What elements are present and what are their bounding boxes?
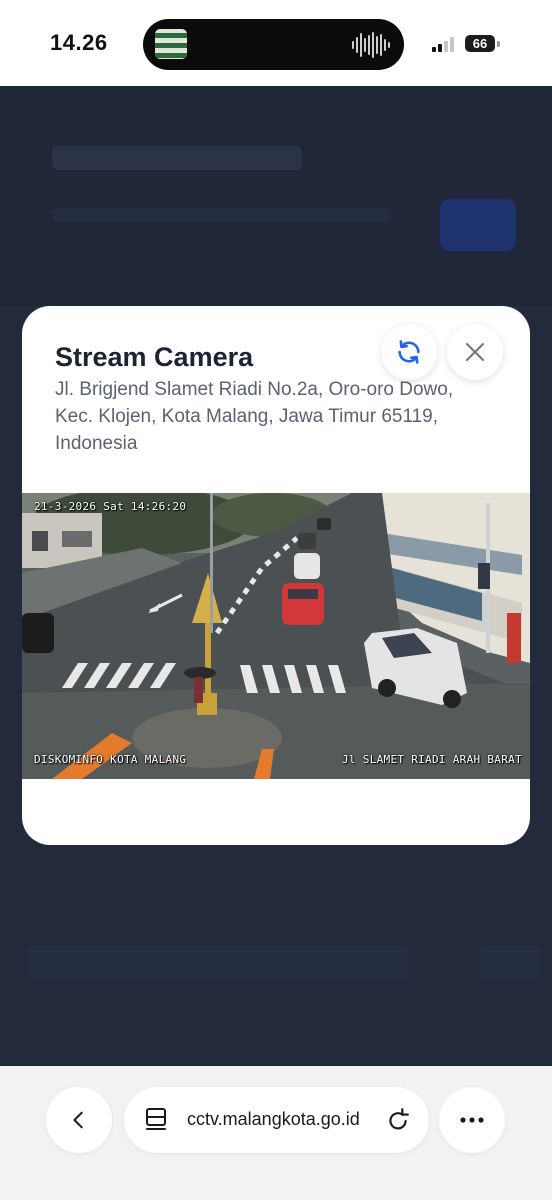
back-button[interactable] (46, 1087, 112, 1153)
dynamic-island[interactable] (143, 19, 404, 70)
dimmed-row-action (480, 946, 540, 980)
dimmed-header (0, 86, 552, 306)
more-options-button[interactable] (439, 1087, 505, 1153)
battery-level: 66 (472, 36, 488, 51)
dimmed-button (440, 199, 516, 251)
dimmed-heading (52, 146, 302, 170)
chevron-left-icon (73, 1111, 83, 1129)
more-horizontal-icon (460, 1117, 484, 1123)
stream-camera-modal: Stream Camera Jl. Brigjend Slamet Riadi … (22, 306, 530, 845)
dimmed-row (28, 946, 408, 980)
refresh-icon (398, 340, 420, 364)
status-time: 14.26 (50, 30, 108, 55)
camera-address: Jl. Brigjend Slamet Riadi No.2a, Oro-oro… (55, 379, 454, 454)
status-bar: 14.26 66 (0, 0, 552, 86)
audio-waveform-icon (352, 32, 390, 58)
battery-icon: 66 (465, 35, 495, 52)
camera-stream-video[interactable]: 21-3-2026 Sat 14:26:20 DISKOMINFO KOTA M… (22, 493, 530, 779)
close-icon (466, 343, 484, 361)
address-bar[interactable]: cctv.malangkota.go.id (124, 1087, 429, 1153)
reader-mode-icon[interactable] (144, 1107, 168, 1133)
url-text[interactable]: cctv.malangkota.go.id (187, 1109, 360, 1130)
dimmed-subtext (52, 208, 392, 222)
cellular-signal-icon (432, 36, 454, 52)
refresh-button[interactable] (381, 324, 437, 380)
camera-source-label: DISKOMINFO KOTA MALANG (34, 753, 187, 766)
camera-timestamp: 21-3-2026 Sat 14:26:20 (34, 500, 187, 513)
battery-cap (497, 41, 500, 47)
camera-frame-image (22, 493, 530, 779)
camera-location-label: Jl SLAMET RIADI ARAH BARAT (342, 753, 522, 766)
modal-title: Stream Camera (55, 342, 254, 372)
app-thumbnail-icon (155, 29, 187, 59)
browser-toolbar: cctv.malangkota.go.id (0, 1066, 552, 1200)
reload-icon[interactable] (385, 1106, 411, 1134)
close-button[interactable] (447, 324, 503, 380)
